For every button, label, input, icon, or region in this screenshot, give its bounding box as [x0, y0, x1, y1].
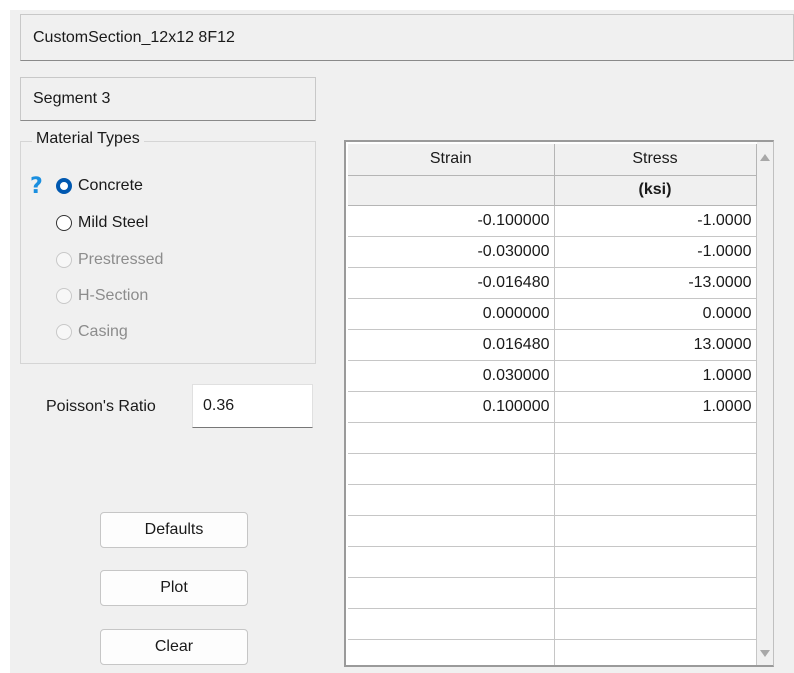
- stress-cell[interactable]: [554, 546, 757, 578]
- section-name-field: CustomSection_12x12 8F12: [20, 14, 794, 61]
- table-row: [348, 422, 757, 454]
- stress-cell[interactable]: 13.0000: [554, 329, 757, 361]
- poisson-ratio-input[interactable]: 0.36: [192, 384, 313, 428]
- units-cell-stress: (ksi): [554, 175, 757, 206]
- stress-cell[interactable]: [554, 515, 757, 547]
- table-row: 0.016480 13.0000: [348, 329, 757, 361]
- radio-checked-icon[interactable]: [56, 178, 72, 194]
- stress-cell[interactable]: -1.0000: [554, 236, 757, 268]
- stress-strain-grid[interactable]: Strain Stress (ksi) -0.100000 -1.0000 -0.0…: [344, 140, 774, 667]
- strain-cell[interactable]: [348, 608, 555, 640]
- radio-label-prestressed: Prestressed: [78, 251, 164, 268]
- radio-label-casing: Casing: [78, 323, 128, 340]
- strain-cell[interactable]: [348, 515, 555, 547]
- stress-cell[interactable]: [554, 484, 757, 516]
- segment-name-text: Segment 3: [33, 90, 111, 107]
- table-body: -0.100000 -1.0000 -0.030000 -1.0000 -0.01648…: [348, 205, 757, 665]
- table-row: -0.100000 -1.0000: [348, 205, 757, 237]
- scroll-down-icon[interactable]: [760, 650, 770, 657]
- column-header-strain[interactable]: Strain: [348, 144, 555, 176]
- column-header-stress[interactable]: Stress: [554, 144, 757, 176]
- stress-cell[interactable]: 1.0000: [554, 360, 757, 392]
- poisson-ratio-label: Poisson's Ratio: [46, 398, 156, 415]
- radio-mild-steel[interactable]: Mild Steel: [56, 214, 148, 232]
- defaults-button[interactable]: Defaults: [100, 512, 248, 548]
- stress-cell[interactable]: [554, 639, 757, 665]
- scroll-up-icon[interactable]: [760, 154, 770, 161]
- table-row: -0.030000 -1.0000: [348, 236, 757, 268]
- radio-label-h-section: H-Section: [78, 287, 149, 304]
- table-row: [348, 484, 757, 516]
- stress-cell[interactable]: -13.0000: [554, 267, 757, 299]
- stress-strain-table: Strain Stress (ksi) -0.100000 -1.0000 -0.0…: [348, 144, 757, 665]
- clear-button[interactable]: Clear: [100, 629, 248, 665]
- table-row: -0.016480 -13.0000: [348, 267, 757, 299]
- strain-cell[interactable]: [348, 546, 555, 578]
- radio-casing: Casing: [56, 323, 128, 341]
- segment-name-field: Segment 3: [20, 77, 316, 121]
- strain-cell[interactable]: [348, 453, 555, 485]
- strain-cell[interactable]: -0.030000: [348, 236, 555, 268]
- strain-cell[interactable]: 0.016480: [348, 329, 555, 361]
- table-row: 0.000000 0.0000: [348, 298, 757, 330]
- section-name-text: CustomSection_12x12 8F12: [33, 28, 235, 46]
- material-types-title: Material Types: [32, 130, 144, 148]
- plot-button[interactable]: Plot: [100, 570, 248, 606]
- help-icon[interactable]: ?: [30, 174, 43, 199]
- table-row: [348, 639, 757, 665]
- radio-disabled-icon: [56, 252, 72, 268]
- strain-cell[interactable]: -0.100000: [348, 205, 555, 237]
- units-cell-strain: [348, 175, 555, 206]
- strain-cell[interactable]: [348, 639, 555, 665]
- stress-cell[interactable]: 0.0000: [554, 298, 757, 330]
- stress-cell[interactable]: [554, 422, 757, 454]
- strain-cell[interactable]: 0.000000: [348, 298, 555, 330]
- radio-h-section: H-Section: [56, 287, 148, 305]
- table-row: 0.100000 1.0000: [348, 391, 757, 423]
- table-row: [348, 577, 757, 609]
- stress-cell[interactable]: [554, 453, 757, 485]
- radio-concrete[interactable]: Concrete: [56, 177, 143, 195]
- strain-cell[interactable]: [348, 422, 555, 454]
- header-row: Strain Stress: [348, 144, 757, 176]
- radio-disabled-icon: [56, 288, 72, 304]
- radio-label-mild-steel: Mild Steel: [78, 214, 149, 231]
- stress-cell[interactable]: [554, 608, 757, 640]
- strain-cell[interactable]: 0.030000: [348, 360, 555, 392]
- radio-label-concrete: Concrete: [78, 177, 143, 194]
- strain-cell[interactable]: 0.100000: [348, 391, 555, 423]
- stress-cell[interactable]: -1.0000: [554, 205, 757, 237]
- strain-cell[interactable]: [348, 484, 555, 516]
- strain-cell[interactable]: -0.016480: [348, 267, 555, 299]
- radio-unchecked-icon[interactable]: [56, 215, 72, 231]
- table-row: [348, 515, 757, 547]
- stress-cell[interactable]: [554, 577, 757, 609]
- radio-prestressed: Prestressed: [56, 251, 163, 269]
- strain-cell[interactable]: [348, 577, 555, 609]
- stress-cell[interactable]: 1.0000: [554, 391, 757, 423]
- table-row: [348, 608, 757, 640]
- units-row: (ksi): [348, 175, 757, 206]
- table-row: [348, 546, 757, 578]
- vertical-scrollbar[interactable]: [757, 142, 773, 665]
- table-row: [348, 453, 757, 485]
- radio-disabled-icon: [56, 324, 72, 340]
- table-row: 0.030000 1.0000: [348, 360, 757, 392]
